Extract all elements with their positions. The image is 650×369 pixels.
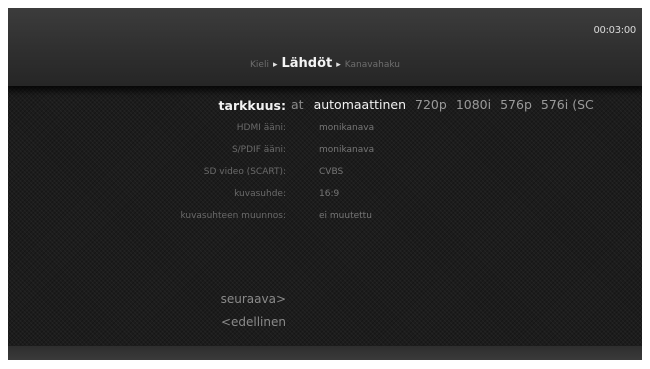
aspect-conversion-label[interactable]: kuvasuhteen muunnos: (180, 211, 286, 221)
header-bar: 00:03:00 Kieli ▸ Lähdöt ▸ Kanavahaku (8, 8, 642, 86)
resolution-prefix: at (291, 97, 304, 112)
breadcrumb-item-lahdot[interactable]: Lähdöt (282, 56, 333, 71)
breadcrumb: Kieli ▸ Lähdöt ▸ Kanavahaku (8, 52, 642, 71)
aspect-conversion-value[interactable]: ei muutettu (319, 211, 372, 221)
sd-video-value[interactable]: CVBS (319, 167, 343, 177)
resolution-option-720p[interactable]: 720p (415, 97, 447, 112)
spdif-audio-value[interactable]: monikanava (319, 145, 374, 155)
breadcrumb-arrow-icon: ▸ (272, 60, 278, 70)
previous-button[interactable]: <edellinen (221, 315, 286, 329)
resolution-option-576p[interactable]: 576p (500, 97, 532, 112)
resolution-option-576i[interactable]: 576i (SC (541, 97, 594, 112)
spdif-audio-label[interactable]: S/PDIF ääni: (232, 145, 286, 155)
next-button[interactable]: seuraava> (221, 292, 286, 306)
breadcrumb-item-kieli[interactable]: Kieli (250, 60, 269, 70)
footer-bar (8, 346, 642, 360)
resolution-label[interactable]: tarkkuus: (219, 98, 286, 113)
hdmi-audio-value[interactable]: monikanava (319, 123, 374, 133)
sd-video-label[interactable]: SD video (SCART): (204, 167, 286, 177)
aspect-ratio-value[interactable]: 16:9 (319, 189, 339, 199)
setup-screen: 00:03:00 Kieli ▸ Lähdöt ▸ Kanavahaku tarkkuu… (8, 8, 642, 360)
header-shadow (8, 86, 642, 96)
clock: 00:03:00 (593, 25, 636, 36)
resolution-options[interactable]: at automaattinen 720p 1080i 576p 576i (SC (291, 97, 603, 112)
resolution-option-1080i[interactable]: 1080i (456, 97, 491, 112)
resolution-option-auto[interactable]: automaattinen (314, 97, 406, 112)
breadcrumb-item-kanavahaku[interactable]: Kanavahaku (345, 60, 400, 70)
aspect-ratio-label[interactable]: kuvasuhde: (234, 189, 286, 199)
breadcrumb-arrow-icon: ▸ (336, 60, 341, 70)
hdmi-audio-label[interactable]: HDMI ääni: (237, 123, 286, 133)
